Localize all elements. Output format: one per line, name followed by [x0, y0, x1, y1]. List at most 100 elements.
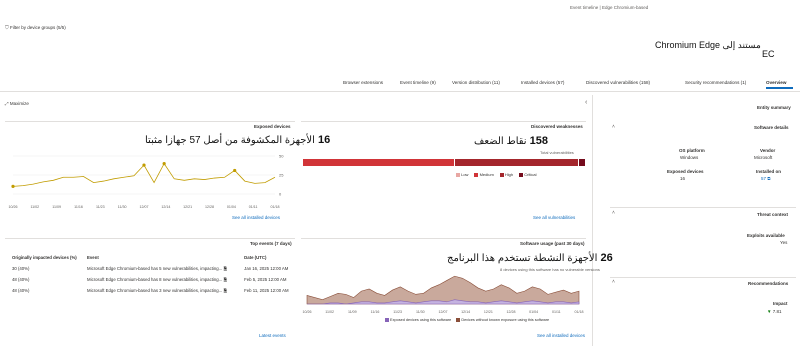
data-point[interactable]: [142, 163, 146, 167]
tab-security-recommendations[interactable]: Security recommendations (1): [685, 80, 746, 85]
impacted-cell: 30 (40%): [12, 266, 30, 271]
x-tick-label: 12/14: [461, 310, 470, 314]
x-tick-label: 11/16: [74, 205, 83, 209]
threat-context-title: Threat context: [757, 212, 789, 217]
software-usage-caption: الأجهزة النشطة تستخدم هذا البرنامج: [447, 253, 598, 264]
date-cell: Jan 16, 2025 12:00 AM: [244, 266, 289, 271]
chevron-up-icon[interactable]: ˄: [612, 210, 615, 216]
event-icon: 🗎: [223, 265, 227, 271]
date-cell: Feb 5, 2025 12:00 AM: [244, 277, 287, 282]
panel-divider: [592, 95, 593, 346]
vendor-label: Vendor: [760, 148, 776, 153]
x-tick-label: 01/11: [249, 205, 258, 209]
tab-active-indicator: [766, 87, 793, 89]
os-platform-value: Windows: [680, 155, 699, 160]
x-tick-label: 12/07: [439, 310, 448, 314]
x-tick-label: 12/07: [140, 205, 149, 209]
installed-on-value[interactable]: 57 ⧉: [761, 176, 771, 181]
tab-event-timeline[interactable]: Event timeline (9): [400, 80, 436, 85]
discovered-weaknesses-heading: 158 نقاط الضعف: [474, 135, 548, 147]
x-tick-label: 11/09: [348, 310, 357, 314]
event-icon: 🗎: [223, 276, 227, 282]
discovered-weaknesses-count: 158: [529, 135, 549, 147]
x-tick-label: 12/14: [161, 205, 170, 209]
total-vulnerabilities-label: Total vulnerabilities: [540, 150, 574, 155]
exposed-devices-count: 16: [317, 134, 331, 146]
date-cell: Feb 11, 2025 12:00 AM: [244, 288, 289, 293]
usage-area-total: [306, 275, 580, 305]
filter-by-device-groups[interactable]: ⛉ Filter by device groups (5/5): [5, 25, 66, 31]
legend-label: Critical: [523, 172, 537, 177]
x-tick-label: 11/30: [416, 310, 425, 314]
breadcrumb-item-software[interactable]: Edge Chromium-based: [602, 5, 648, 10]
top-events-table: Originally impacted devices (%) Event Da…: [10, 252, 295, 296]
collapse-panel-icon[interactable]: ‹: [585, 99, 587, 106]
event-cell: Microsoft Edge Chromium-based has 3 new …: [85, 285, 242, 296]
software-usage-heading: 26 الأجهزة النشطة تستخدم هذا البرنامج: [447, 252, 613, 264]
x-tick-label: 01/04: [227, 205, 236, 209]
tab-discovered-vulnerabilities[interactable]: Discovered vulnerabilities (158): [586, 80, 650, 85]
impacted-cell: 48 (40%): [12, 277, 30, 282]
y-tick-label: 50: [279, 154, 284, 159]
legend-label: Medium: [478, 172, 494, 177]
breadcrumb-item-event-timeline[interactable]: Event timeline: [570, 5, 598, 10]
column-header-event[interactable]: Event: [85, 252, 242, 263]
installed-on-number: 57: [761, 176, 767, 181]
legend-item-medium: Medium: [474, 172, 494, 177]
data-point[interactable]: [233, 168, 237, 173]
maximize-icon: ⤢: [5, 101, 9, 106]
column-header-date[interactable]: Date (UTC): [242, 252, 295, 263]
see-all-installed-devices-link-2[interactable]: See all installed devices: [537, 333, 585, 338]
software-usage-count: 26: [600, 252, 613, 264]
tab-version-distribution[interactable]: Version distribution (11): [452, 80, 500, 85]
see-all-installed-devices-link[interactable]: See all installed devices: [232, 215, 280, 220]
table-row[interactable]: 30 (40%) Microsoft Edge Chromium-based h…: [10, 263, 295, 274]
impact-value: ▼ 7.81: [767, 309, 782, 314]
table-row[interactable]: 48 (40%) Microsoft Edge Chromium-based h…: [10, 285, 295, 296]
tabs-divider: [0, 91, 800, 92]
installed-on-label: Installed on: [756, 169, 782, 174]
severity-segment-medium[interactable]: [302, 159, 454, 166]
x-tick-label: 12/21: [183, 205, 192, 209]
legend-label: Exposed devices using this software: [389, 318, 452, 322]
latest-events-link[interactable]: Latest events: [259, 333, 286, 338]
discovered-weaknesses-caption: نقاط الضعف: [474, 136, 527, 147]
tab-browser-extensions[interactable]: Browser extensions: [343, 80, 383, 85]
x-tick-label: 11/09: [52, 205, 61, 209]
event-cell: Microsoft Edge Chromium-based has 5 new …: [85, 263, 242, 274]
severity-segment-high[interactable]: [455, 159, 579, 166]
open-icon: ⧉: [767, 176, 771, 181]
vulnerability-severity-bar: [302, 159, 585, 166]
exposed-devices-heading: 16 الأجهزة المكشوفة من أصل 57 جهازا مثبت…: [145, 134, 330, 146]
exposed-devices-line-chart: 50 25 0 10/26 11/02 11/09 11/16 11/23 11/30 12/07…: [9, 154, 285, 210]
software-usage-legend: Exposed devices using this software Devi…: [380, 318, 586, 322]
chevron-up-icon[interactable]: ˄: [612, 279, 615, 285]
chevron-up-icon[interactable]: ˄: [612, 124, 615, 130]
x-tick-label: 01/04: [529, 310, 538, 314]
data-point[interactable]: [11, 184, 15, 188]
x-tick-label: 12/21: [484, 310, 493, 314]
x-tick-label: 01/18: [271, 205, 280, 209]
severity-segment-critical[interactable]: [579, 159, 585, 166]
usage-legend-item: Exposed devices using this software: [385, 318, 451, 322]
see-all-vulnerabilities-link[interactable]: See all vulnerabilities: [533, 215, 575, 220]
table-row[interactable]: 48 (40%) Microsoft Edge Chromium-based h…: [10, 274, 295, 285]
entity-summary-title: Entity summary: [757, 105, 791, 110]
x-tick-label: 12/28: [205, 205, 214, 209]
breadcrumb-separator: |: [599, 5, 601, 10]
x-tick-label: 11/16: [371, 310, 380, 314]
top-events-title: Top events (7 days): [250, 241, 292, 246]
maximize-button[interactable]: ⤢ Maximize: [5, 101, 29, 106]
x-tick-label: 01/18: [575, 310, 584, 314]
y-tick-label: 25: [279, 173, 284, 178]
recommendations-title: Recommendations: [748, 281, 789, 286]
column-header-impacted[interactable]: Originally impacted devices (%): [10, 252, 85, 263]
vulnerability-legend: Low Medium High Critical: [450, 172, 585, 177]
exposed-devices-title: Exposed devices: [254, 124, 291, 129]
data-point[interactable]: [162, 162, 166, 166]
impact-number: 7.81: [772, 309, 782, 314]
tab-overview[interactable]: Overview: [766, 80, 786, 85]
tab-installed-devices[interactable]: Installed devices (57): [521, 80, 564, 85]
os-platform-label: OS platform: [679, 148, 705, 153]
impacted-cell: 48 (40%): [12, 288, 30, 293]
